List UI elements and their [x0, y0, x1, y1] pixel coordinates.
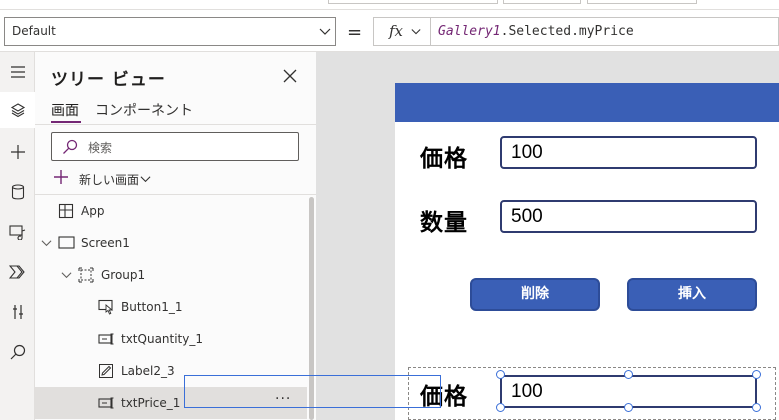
property-dropdown[interactable]: Default — [4, 17, 336, 46]
selection-frame — [184, 375, 441, 408]
resize-handle-bottom-left[interactable] — [496, 403, 505, 412]
close-icon[interactable] — [282, 68, 298, 84]
quantity-label[interactable]: 数量 — [420, 203, 468, 237]
equals-sign: = — [347, 22, 363, 43]
tab-indicator — [51, 121, 81, 123]
hamburger-icon — [10, 66, 25, 78]
power-automate-icon — [8, 265, 25, 279]
tree-item-label: Button1_1 — [121, 300, 183, 314]
resize-handle-top-right[interactable] — [752, 370, 761, 379]
quantity-input[interactable]: 500 — [500, 200, 757, 233]
media-button[interactable] — [0, 214, 35, 250]
price-input[interactable]: 100 — [500, 136, 757, 169]
layers-icon — [10, 103, 25, 118]
toolbar-button-1[interactable] — [328, 0, 498, 4]
tab-screens[interactable]: 画面 — [51, 100, 79, 120]
price-label[interactable]: 価格 — [420, 139, 468, 173]
top-toolbar-strip — [0, 0, 779, 10]
insert-button[interactable]: 挿入 — [627, 278, 757, 311]
text-input-icon — [98, 397, 114, 409]
tab-components[interactable]: コンポーネント — [95, 100, 193, 120]
tree-item-app[interactable]: App — [35, 195, 307, 227]
formula-bar: Default = fx Gallery1.Selected.myPrice — [0, 10, 779, 52]
design-canvas: 価格 100 数量 500 削除 挿入 価格 100 — [316, 52, 779, 420]
chevron-down-icon[interactable] — [41, 238, 52, 249]
resize-handle-top[interactable] — [624, 370, 633, 379]
tree-view-panel: ツリー ビュー 画面 コンポーネント 検索 新しい画面 App Screen1 — [35, 52, 316, 420]
tree-item-screen1[interactable]: Screen1 — [35, 227, 307, 259]
database-icon — [11, 184, 24, 200]
search-icon — [63, 139, 78, 154]
tools-icon — [12, 305, 23, 319]
search-icon — [10, 344, 25, 360]
resize-handle-bottom[interactable] — [624, 403, 633, 412]
toolbar-button-2[interactable] — [503, 0, 581, 4]
app-screen: 価格 100 数量 500 削除 挿入 価格 100 — [395, 83, 779, 420]
chevron-down-icon — [140, 176, 151, 183]
property-value: Default — [12, 24, 56, 38]
app-icon — [58, 203, 74, 219]
plus-icon — [54, 170, 68, 184]
tree-item-label: txtPrice_1 — [121, 396, 181, 410]
delete-button[interactable]: 削除 — [470, 278, 600, 311]
chevron-down-icon — [411, 29, 421, 35]
button-control-icon — [98, 299, 114, 315]
power-automate-button[interactable] — [0, 254, 35, 290]
menu-button[interactable] — [0, 54, 35, 90]
screen-header-bar[interactable] — [395, 83, 779, 122]
chevron-down-icon[interactable] — [61, 270, 72, 281]
advanced-tools-button[interactable] — [0, 294, 35, 330]
group-icon — [78, 267, 94, 283]
tree-item-button1-1[interactable]: Button1_1 — [35, 291, 307, 323]
search-placeholder: 検索 — [88, 141, 113, 155]
media-icon — [8, 225, 25, 240]
divider — [35, 124, 316, 125]
tree-item-group1[interactable]: Group1 — [35, 259, 307, 291]
fx-icon: fx — [389, 22, 404, 40]
tree-item-label: txtQuantity_1 — [121, 332, 204, 346]
search-rail-button[interactable] — [0, 334, 35, 370]
label-icon — [99, 364, 113, 378]
left-rail — [0, 52, 35, 420]
chevron-down-icon — [319, 28, 331, 35]
tree-search-input[interactable]: 検索 — [51, 132, 299, 161]
tree-item-label: App — [81, 204, 105, 218]
tree-item-txtquantity-1[interactable]: txtQuantity_1 — [35, 323, 307, 355]
plus-icon — [10, 145, 25, 159]
tree-item-label: Label2_3 — [121, 364, 175, 378]
screen-icon — [58, 236, 75, 249]
text-input-icon — [98, 333, 114, 345]
new-screen-label: 新しい画面 — [79, 173, 140, 187]
insert-button[interactable] — [0, 134, 35, 170]
resize-handle-top-left[interactable] — [496, 370, 505, 379]
formula-control-name: Gallery1 — [438, 24, 501, 39]
formula-expression: .Selected.myPrice — [500, 24, 634, 39]
power-apps-studio: Default = fx Gallery1.Selected.myPrice ツ… — [0, 0, 779, 420]
tree-item-label: Group1 — [101, 268, 146, 282]
tree-item-label: Screen1 — [81, 236, 130, 250]
toolbar-button-3[interactable] — [587, 0, 697, 4]
formula-input[interactable]: Gallery1.Selected.myPrice — [431, 17, 779, 46]
resize-handle-bottom-right[interactable] — [752, 403, 761, 412]
fx-button[interactable]: fx — [373, 17, 431, 46]
panel-title: ツリー ビュー — [51, 70, 166, 90]
data-button[interactable] — [0, 174, 35, 210]
tree-view-button[interactable] — [0, 92, 35, 128]
